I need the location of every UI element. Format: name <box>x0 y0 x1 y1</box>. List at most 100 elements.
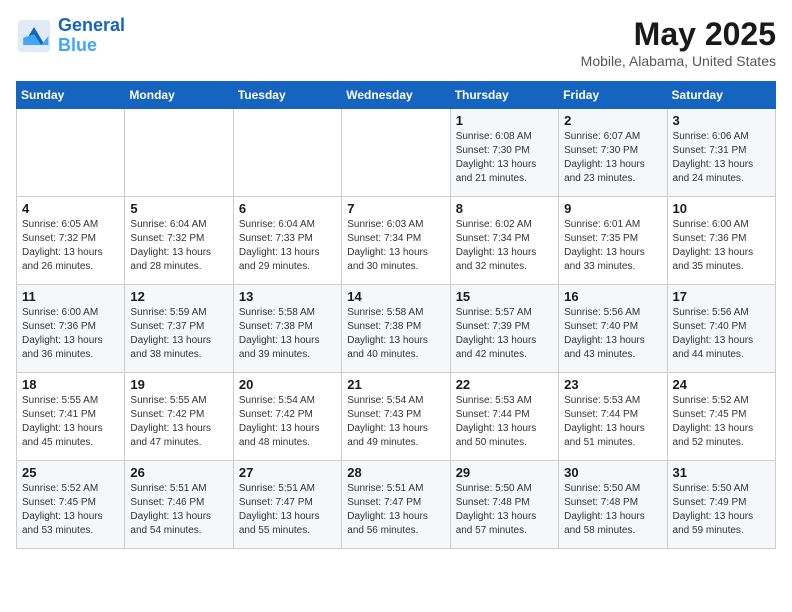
calendar-cell <box>17 109 125 197</box>
day-number: 4 <box>22 201 119 216</box>
day-number: 29 <box>456 465 553 480</box>
calendar-cell: 26 Sunrise: 5:51 AM Sunset: 7:46 PM Dayli… <box>125 461 233 549</box>
day-number: 22 <box>456 377 553 392</box>
day-number: 6 <box>239 201 336 216</box>
day-number: 24 <box>673 377 770 392</box>
calendar-week-3: 11 Sunrise: 6:00 AM Sunset: 7:36 PM Dayli… <box>17 285 776 373</box>
day-number: 1 <box>456 113 553 128</box>
calendar-cell: 21 Sunrise: 5:54 AM Sunset: 7:43 PM Dayli… <box>342 373 450 461</box>
day-number: 25 <box>22 465 119 480</box>
day-number: 19 <box>130 377 227 392</box>
day-number: 2 <box>564 113 661 128</box>
day-info: Sunrise: 5:52 AM Sunset: 7:45 PM Dayligh… <box>673 394 770 450</box>
day-info: Sunrise: 6:04 AM Sunset: 7:33 PM Dayligh… <box>239 218 336 274</box>
calendar-cell: 25 Sunrise: 5:52 AM Sunset: 7:45 PM Dayli… <box>17 461 125 549</box>
calendar-cell: 8 Sunrise: 6:02 AM Sunset: 7:34 PM Daylig… <box>450 197 558 285</box>
day-info: Sunrise: 5:55 AM Sunset: 7:41 PM Dayligh… <box>22 394 119 450</box>
calendar-week-1: 1 Sunrise: 6:08 AM Sunset: 7:30 PM Daylig… <box>17 109 776 197</box>
calendar-header: SundayMondayTuesdayWednesdayThursdayFrid… <box>17 82 776 109</box>
calendar-cell: 20 Sunrise: 5:54 AM Sunset: 7:42 PM Dayli… <box>233 373 341 461</box>
calendar-table: SundayMondayTuesdayWednesdayThursdayFrid… <box>16 81 776 549</box>
calendar-cell: 14 Sunrise: 5:58 AM Sunset: 7:38 PM Dayli… <box>342 285 450 373</box>
day-number: 11 <box>22 289 119 304</box>
calendar-cell: 18 Sunrise: 5:55 AM Sunset: 7:41 PM Dayli… <box>17 373 125 461</box>
day-info: Sunrise: 5:52 AM Sunset: 7:45 PM Dayligh… <box>22 482 119 538</box>
day-number: 18 <box>22 377 119 392</box>
calendar-cell: 4Sunrise: 6:05 AM Sunset: 7:32 PM Daylig… <box>17 197 125 285</box>
day-number: 14 <box>347 289 444 304</box>
day-number: 21 <box>347 377 444 392</box>
day-number: 5 <box>130 201 227 216</box>
calendar-cell: 28 Sunrise: 5:51 AM Sunset: 7:47 PM Dayli… <box>342 461 450 549</box>
calendar-subtitle: Mobile, Alabama, United States <box>581 53 776 69</box>
calendar-title: May 2025 <box>581 16 776 53</box>
calendar-week-4: 18 Sunrise: 5:55 AM Sunset: 7:41 PM Dayli… <box>17 373 776 461</box>
day-number: 28 <box>347 465 444 480</box>
day-number: 16 <box>564 289 661 304</box>
day-info: Sunrise: 6:01 AM Sunset: 7:35 PM Dayligh… <box>564 218 661 274</box>
day-number: 26 <box>130 465 227 480</box>
calendar-cell: 11 Sunrise: 6:00 AM Sunset: 7:36 PM Dayli… <box>17 285 125 373</box>
day-info: Sunrise: 5:53 AM Sunset: 7:44 PM Dayligh… <box>564 394 661 450</box>
day-info: Sunrise: 5:56 AM Sunset: 7:40 PM Dayligh… <box>564 306 661 362</box>
day-number: 27 <box>239 465 336 480</box>
day-info: Sunrise: 5:51 AM Sunset: 7:47 PM Dayligh… <box>239 482 336 538</box>
day-info: Sunrise: 5:54 AM Sunset: 7:43 PM Dayligh… <box>347 394 444 450</box>
calendar-cell <box>342 109 450 197</box>
day-number: 10 <box>673 201 770 216</box>
day-info: Sunrise: 5:53 AM Sunset: 7:44 PM Dayligh… <box>456 394 553 450</box>
logo-icon <box>16 18 52 54</box>
day-info: Sunrise: 5:56 AM Sunset: 7:40 PM Dayligh… <box>673 306 770 362</box>
calendar-cell: 16 Sunrise: 5:56 AM Sunset: 7:40 PM Dayli… <box>559 285 667 373</box>
day-number: 8 <box>456 201 553 216</box>
calendar-cell <box>233 109 341 197</box>
calendar-cell: 6 Sunrise: 6:04 AM Sunset: 7:33 PM Daylig… <box>233 197 341 285</box>
header-day-tuesday: Tuesday <box>233 82 341 109</box>
calendar-cell: 10 Sunrise: 6:00 AM Sunset: 7:36 PM Dayli… <box>667 197 775 285</box>
day-info: Sunrise: 5:50 AM Sunset: 7:48 PM Dayligh… <box>456 482 553 538</box>
calendar-body: 1 Sunrise: 6:08 AM Sunset: 7:30 PM Daylig… <box>17 109 776 549</box>
day-info: Sunrise: 6:08 AM Sunset: 7:30 PM Dayligh… <box>456 130 553 186</box>
calendar-cell: 31Sunrise: 5:50 AM Sunset: 7:49 PM Dayli… <box>667 461 775 549</box>
day-info: Sunrise: 5:55 AM Sunset: 7:42 PM Dayligh… <box>130 394 227 450</box>
calendar-week-5: 25 Sunrise: 5:52 AM Sunset: 7:45 PM Dayli… <box>17 461 776 549</box>
day-info: Sunrise: 5:58 AM Sunset: 7:38 PM Dayligh… <box>239 306 336 362</box>
day-info: Sunrise: 5:59 AM Sunset: 7:37 PM Dayligh… <box>130 306 227 362</box>
calendar-cell: 1 Sunrise: 6:08 AM Sunset: 7:30 PM Daylig… <box>450 109 558 197</box>
day-info: Sunrise: 6:07 AM Sunset: 7:30 PM Dayligh… <box>564 130 661 186</box>
day-number: 12 <box>130 289 227 304</box>
calendar-cell: 22 Sunrise: 5:53 AM Sunset: 7:44 PM Dayli… <box>450 373 558 461</box>
day-info: Sunrise: 5:54 AM Sunset: 7:42 PM Dayligh… <box>239 394 336 450</box>
calendar-cell: 2 Sunrise: 6:07 AM Sunset: 7:30 PM Daylig… <box>559 109 667 197</box>
calendar-cell: 23Sunrise: 5:53 AM Sunset: 7:44 PM Dayli… <box>559 373 667 461</box>
title-block: May 2025 Mobile, Alabama, United States <box>581 16 776 69</box>
day-number: 17 <box>673 289 770 304</box>
header-row: SundayMondayTuesdayWednesdayThursdayFrid… <box>17 82 776 109</box>
calendar-cell: 12 Sunrise: 5:59 AM Sunset: 7:37 PM Dayli… <box>125 285 233 373</box>
calendar-cell: 3Sunrise: 6:06 AM Sunset: 7:31 PM Daylig… <box>667 109 775 197</box>
day-info: Sunrise: 5:51 AM Sunset: 7:47 PM Dayligh… <box>347 482 444 538</box>
calendar-cell <box>125 109 233 197</box>
day-number: 20 <box>239 377 336 392</box>
day-info: Sunrise: 5:58 AM Sunset: 7:38 PM Dayligh… <box>347 306 444 362</box>
day-info: Sunrise: 6:00 AM Sunset: 7:36 PM Dayligh… <box>673 218 770 274</box>
day-number: 13 <box>239 289 336 304</box>
day-info: Sunrise: 6:00 AM Sunset: 7:36 PM Dayligh… <box>22 306 119 362</box>
day-info: Sunrise: 5:51 AM Sunset: 7:46 PM Dayligh… <box>130 482 227 538</box>
calendar-week-2: 4Sunrise: 6:05 AM Sunset: 7:32 PM Daylig… <box>17 197 776 285</box>
calendar-cell: 29 Sunrise: 5:50 AM Sunset: 7:48 PM Dayli… <box>450 461 558 549</box>
header-day-friday: Friday <box>559 82 667 109</box>
header-day-saturday: Saturday <box>667 82 775 109</box>
day-number: 7 <box>347 201 444 216</box>
header-day-thursday: Thursday <box>450 82 558 109</box>
day-number: 30 <box>564 465 661 480</box>
day-info: Sunrise: 6:02 AM Sunset: 7:34 PM Dayligh… <box>456 218 553 274</box>
calendar-cell: 13 Sunrise: 5:58 AM Sunset: 7:38 PM Dayli… <box>233 285 341 373</box>
calendar-cell: 15Sunrise: 5:57 AM Sunset: 7:39 PM Dayli… <box>450 285 558 373</box>
day-number: 9 <box>564 201 661 216</box>
day-number: 3 <box>673 113 770 128</box>
day-number: 15 <box>456 289 553 304</box>
day-number: 31 <box>673 465 770 480</box>
calendar-cell: 24 Sunrise: 5:52 AM Sunset: 7:45 PM Dayli… <box>667 373 775 461</box>
header-day-sunday: Sunday <box>17 82 125 109</box>
